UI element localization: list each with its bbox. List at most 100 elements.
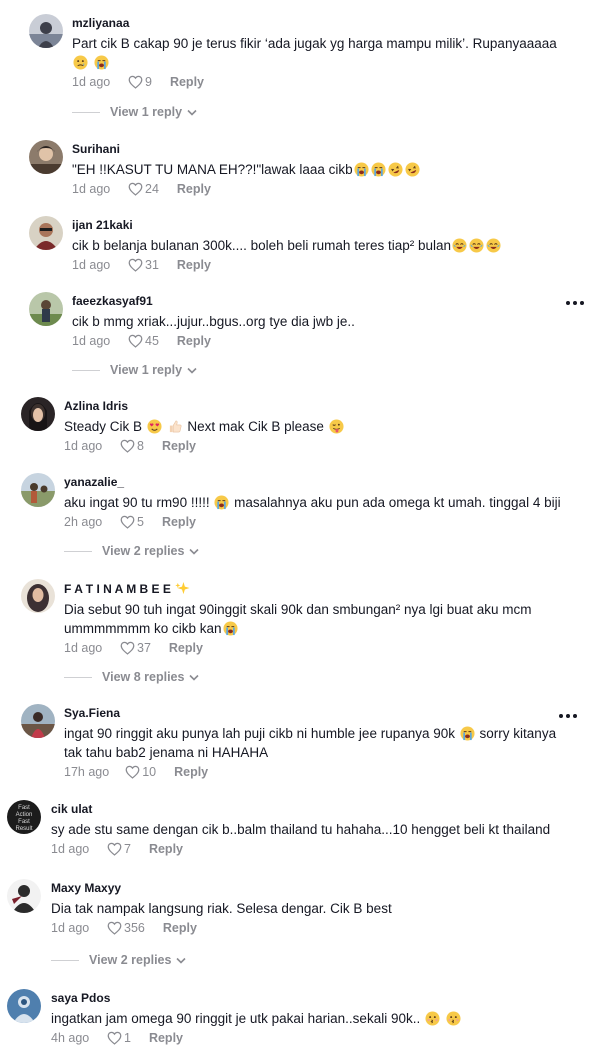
comment-username[interactable]: saya Pdos	[51, 991, 581, 1006]
comment-username[interactable]: Maxy Maxyy	[51, 881, 581, 896]
like-button[interactable]: 7	[107, 842, 131, 856]
chevron-down-icon	[187, 109, 197, 116]
comment-date: 1d ago	[72, 75, 111, 89]
heart-outline-icon	[107, 921, 122, 935]
like-button[interactable]: 45	[128, 334, 159, 348]
avatar[interactable]	[29, 216, 63, 250]
comment-date: 2h ago	[64, 515, 103, 529]
comment-meta: 17h ago 10 Reply	[64, 764, 574, 780]
comment-text: "EH !!KASUT TU MANA EH??!"lawak laaa cik…	[72, 160, 572, 179]
like-button[interactable]: 10	[125, 765, 156, 779]
comment-date: 1d ago	[51, 842, 90, 856]
tears-of-joy-emoji-icon	[452, 238, 467, 253]
comment-text: aku ingat 90 tu rm90 !!!!! masalahnya ak…	[64, 495, 561, 510]
view-replies-button[interactable]: View 8 replies	[64, 670, 199, 684]
kissing-face-emoji-icon	[446, 1011, 461, 1026]
like-button[interactable]: 31	[128, 258, 159, 272]
heart-outline-icon	[120, 515, 135, 529]
comment-username[interactable]: F A T I N A M B E E	[64, 581, 574, 597]
crying-face-emoji-icon	[214, 495, 229, 510]
reply-button[interactable]: Reply	[163, 921, 197, 935]
avatar[interactable]	[21, 704, 55, 738]
comment-username[interactable]: Azlina Idris	[64, 399, 564, 414]
comment-text: cik b mmg xriak...jujur..bgus..org tye d…	[72, 314, 355, 329]
like-button[interactable]: 356	[107, 921, 145, 935]
reply-button[interactable]: Reply	[149, 842, 183, 856]
chevron-down-icon	[189, 674, 199, 681]
like-count: 24	[145, 182, 159, 196]
kissing-face-emoji-icon	[425, 1011, 440, 1026]
avatar-text: Result	[15, 826, 32, 832]
avatar[interactable]	[29, 292, 63, 326]
comment-username[interactable]: Sya.Fiena	[64, 706, 574, 721]
heart-eyes-emoji-icon	[147, 419, 162, 434]
avatar[interactable]	[21, 473, 55, 507]
chevron-down-icon	[187, 367, 197, 374]
avatar[interactable]	[29, 14, 63, 48]
avatar[interactable]	[7, 879, 41, 913]
thumbs-up-emoji-icon	[168, 419, 183, 434]
reply-button[interactable]: Reply	[169, 641, 203, 655]
view-replies-button[interactable]: View 2 replies	[64, 544, 199, 558]
reply-button[interactable]: Reply	[177, 182, 211, 196]
reply-button[interactable]: Reply	[177, 258, 211, 272]
view-replies-button[interactable]: View 1 reply	[72, 105, 197, 119]
comment-username[interactable]: ijan 21kaki	[72, 218, 572, 233]
comment-meta: 1d ago 7 Reply	[51, 841, 581, 857]
comment-text: Steady Cik B Next mak Cik B please	[64, 417, 564, 436]
more-options-icon[interactable]	[565, 299, 585, 307]
reply-button[interactable]: Reply	[177, 334, 211, 348]
like-count: 10	[142, 765, 157, 779]
heart-outline-icon	[128, 182, 143, 196]
comment-username[interactable]: mzliyanaa	[72, 16, 572, 31]
heart-outline-icon	[128, 258, 143, 272]
more-options-icon[interactable]	[558, 712, 578, 720]
like-button[interactable]: 9	[128, 75, 152, 89]
comment-meta: 1d ago 37 Reply	[64, 640, 574, 656]
like-count: 7	[124, 842, 131, 856]
comment-username[interactable]: faeezkasyaf91	[72, 294, 552, 309]
view-replies-label: View 2 replies	[89, 953, 172, 967]
avatar-text: Fast	[18, 819, 30, 825]
chevron-down-icon	[189, 548, 199, 555]
reply-button[interactable]: Reply	[170, 75, 204, 89]
heart-outline-icon	[120, 641, 135, 655]
sparkles-emoji-icon	[175, 581, 190, 596]
like-button[interactable]: 24	[128, 182, 159, 196]
reply-button[interactable]: Reply	[174, 765, 208, 779]
reply-button[interactable]: Reply	[149, 1031, 183, 1045]
like-count: 31	[145, 258, 159, 272]
avatar[interactable]	[29, 140, 63, 174]
crying-face-emoji-icon	[354, 162, 369, 177]
avatar[interactable]: Fast Action Fast Result	[7, 800, 41, 834]
avatar-text: Fast	[18, 805, 30, 811]
heart-outline-icon	[125, 765, 140, 779]
like-button[interactable]: 5	[120, 515, 144, 529]
comment-username[interactable]: cik ulat	[51, 802, 581, 817]
view-replies-button[interactable]: View 1 reply	[72, 363, 197, 377]
avatar[interactable]	[21, 579, 55, 613]
view-replies-button[interactable]: View 2 replies	[51, 953, 186, 967]
heart-outline-icon	[128, 334, 143, 348]
comment-username[interactable]: yanazalie_	[64, 475, 584, 490]
like-count: 8	[137, 439, 144, 453]
comment-text: Dia sebut 90 tuh ingat 90inggit skali 90…	[64, 602, 532, 636]
like-button[interactable]: 1	[107, 1031, 131, 1045]
comment-meta: 1d ago 356 Reply	[51, 920, 581, 936]
like-count: 45	[145, 334, 159, 348]
like-button[interactable]: 37	[120, 641, 151, 655]
like-button[interactable]: 8	[120, 439, 144, 453]
comment-username[interactable]: Surihani	[72, 142, 572, 157]
comment-meta: 1d ago 8 Reply	[64, 438, 564, 454]
avatar-text: Action	[16, 812, 33, 818]
crying-face-emoji-icon	[94, 55, 109, 70]
comment-text: ingatkan jam omega 90 ringgit je utk pak…	[51, 1009, 581, 1028]
reply-button[interactable]: Reply	[162, 439, 196, 453]
avatar[interactable]	[21, 397, 55, 431]
tongue-out-emoji-icon	[329, 419, 344, 434]
view-replies-label: View 1 reply	[110, 105, 183, 119]
reply-button[interactable]: Reply	[162, 515, 196, 529]
comment-date: 1d ago	[72, 334, 111, 348]
heart-outline-icon	[128, 75, 143, 89]
avatar[interactable]	[7, 989, 41, 1023]
